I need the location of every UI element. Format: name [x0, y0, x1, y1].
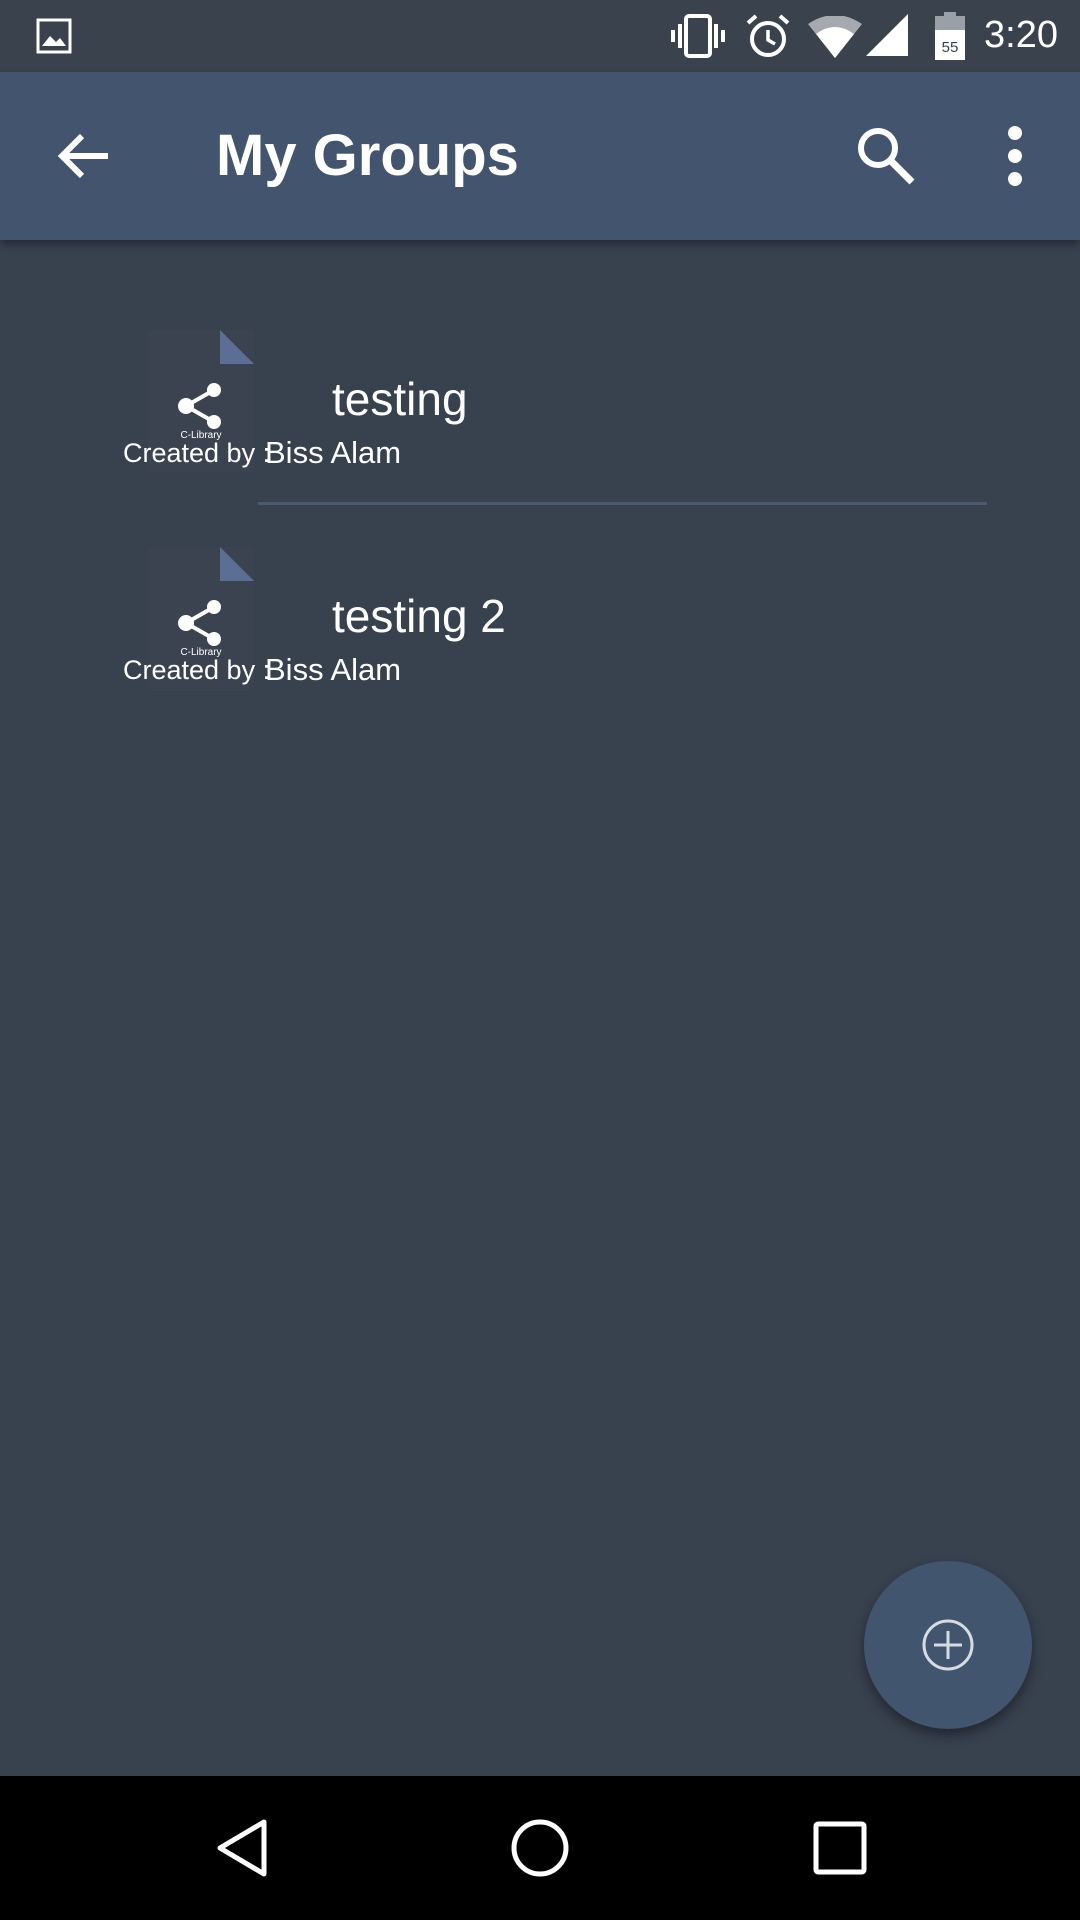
share-icon	[178, 600, 221, 646]
vibrate-icon	[671, 14, 725, 58]
list-item[interactable]: C-Library testing 2 Created by : Biss Al…	[0, 547, 1080, 747]
battery-level-text: 55	[942, 39, 959, 56]
list-item[interactable]: C-Library testing Created by : Biss Alam	[0, 330, 1080, 530]
nav-home-icon[interactable]	[510, 1818, 570, 1878]
created-by-value: Biss Alam	[265, 652, 402, 687]
wifi-icon	[808, 16, 862, 58]
status-time: 3:20	[984, 14, 1058, 56]
add-circle-icon	[922, 1619, 974, 1671]
gallery-icon	[36, 18, 72, 54]
created-by-value: Biss Alam	[265, 435, 402, 470]
page-fold-icon	[220, 547, 254, 581]
signal-icon	[866, 14, 908, 56]
more-vert-icon[interactable]	[985, 124, 1045, 188]
page-title: My Groups	[216, 123, 519, 188]
battery-icon: 55	[935, 12, 965, 60]
page-fold-icon	[220, 330, 254, 364]
group-name: testing 2	[332, 590, 506, 642]
share-icon	[178, 383, 221, 429]
search-icon[interactable]	[854, 124, 918, 188]
navigation-bar	[0, 1776, 1080, 1920]
nav-recents-icon[interactable]	[812, 1820, 868, 1876]
divider	[258, 502, 987, 505]
created-by-label: Created by :	[123, 655, 271, 685]
status-bar: 55 3:20	[0, 0, 1080, 72]
nav-back-icon[interactable]	[212, 1818, 272, 1878]
created-by-label: Created by :	[123, 438, 271, 468]
group-name: testing	[332, 373, 468, 425]
back-arrow-icon[interactable]	[52, 124, 116, 188]
alarm-icon	[746, 14, 790, 57]
app-bar: My Groups	[0, 72, 1080, 240]
add-group-button[interactable]	[864, 1561, 1032, 1729]
